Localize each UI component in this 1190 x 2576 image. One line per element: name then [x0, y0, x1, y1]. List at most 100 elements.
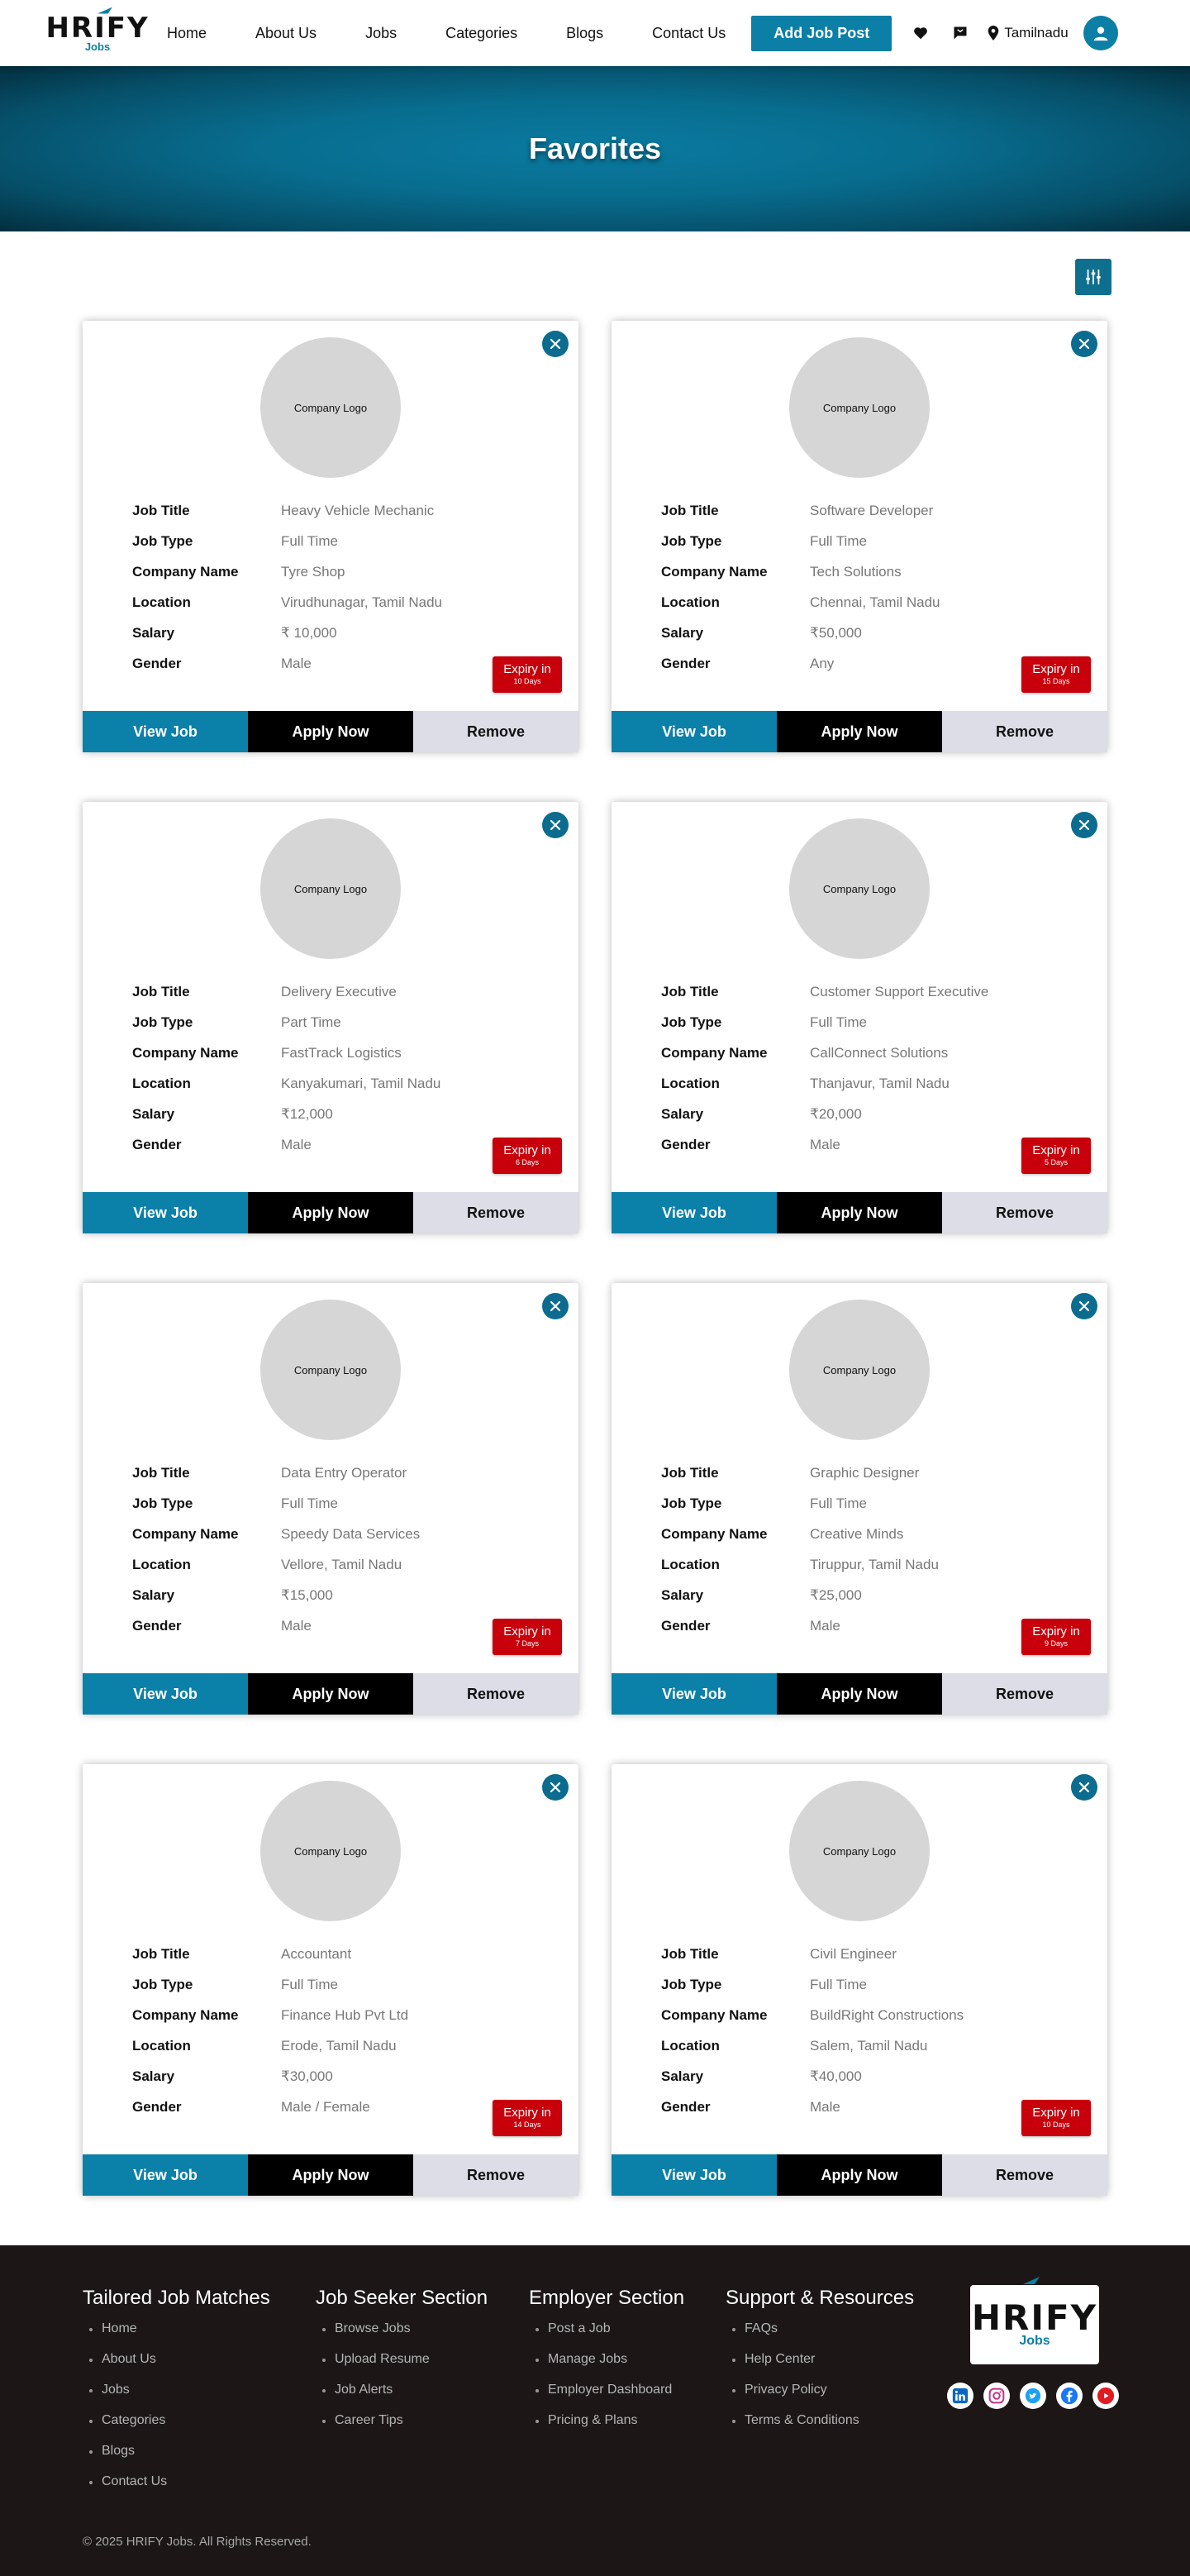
footer-link-blogs[interactable]: Blogs	[83, 2444, 270, 2474]
detail-value-salary: ₹15,000	[281, 1587, 333, 1603]
company-logo-placeholder: Company Logo	[789, 337, 930, 478]
footer-link-manage-jobs[interactable]: Manage Jobs	[529, 2352, 684, 2383]
instagram-icon[interactable]	[983, 2383, 1010, 2409]
detail-label: Salary	[661, 1106, 704, 1122]
view-job-button[interactable]: View Job	[83, 2154, 248, 2196]
detail-value-type: Full Time	[810, 1977, 867, 1992]
remove-button[interactable]: Remove	[413, 1673, 578, 1715]
close-icon[interactable]	[1071, 1774, 1097, 1801]
detail-row-company: Company Name Speedy Data Services	[132, 1526, 578, 1557]
detail-value-salary: ₹12,000	[281, 1106, 333, 1122]
remove-button[interactable]: Remove	[413, 2154, 578, 2196]
detail-value-salary: ₹20,000	[810, 1106, 862, 1122]
remove-button[interactable]: Remove	[942, 1673, 1107, 1715]
footer-link-post-job[interactable]: Post a Job	[529, 2321, 684, 2352]
footer-col-tailored: Tailored Job Matches Home About Us Jobs …	[83, 2287, 270, 2505]
detail-row-title: Job Title Software Developer	[661, 503, 1107, 533]
detail-value-title: Software Developer	[810, 503, 934, 518]
detail-label: Company Name	[661, 1045, 768, 1061]
view-job-button[interactable]: View Job	[83, 711, 248, 752]
close-icon[interactable]	[1071, 1293, 1097, 1319]
detail-label: Job Title	[132, 1465, 190, 1481]
apply-now-button[interactable]: Apply Now	[777, 1673, 942, 1715]
footer-link-faqs[interactable]: FAQs	[726, 2321, 914, 2352]
user-avatar[interactable]	[1083, 16, 1118, 50]
footer-link-categories[interactable]: Categories	[83, 2413, 270, 2444]
nav-link-contact[interactable]: Contact Us	[652, 25, 726, 42]
detail-value-company: Tech Solutions	[810, 564, 902, 580]
close-icon[interactable]	[1071, 331, 1097, 357]
apply-now-button[interactable]: Apply Now	[777, 711, 942, 752]
apply-now-button[interactable]: Apply Now	[248, 711, 413, 752]
footer-link-upload-resume[interactable]: Upload Resume	[316, 2352, 488, 2383]
apply-now-button[interactable]: Apply Now	[777, 2154, 942, 2196]
detail-label: Gender	[132, 2099, 182, 2115]
filter-button[interactable]	[1075, 259, 1111, 295]
close-icon[interactable]	[542, 812, 569, 838]
detail-value-type: Full Time	[281, 1977, 338, 1992]
twitter-icon[interactable]	[1020, 2383, 1046, 2409]
apply-now-button[interactable]: Apply Now	[248, 1192, 413, 1233]
close-icon[interactable]	[542, 1293, 569, 1319]
remove-button[interactable]: Remove	[413, 711, 578, 752]
detail-label: Salary	[661, 625, 704, 641]
detail-value-gender: Male	[810, 1618, 840, 1634]
footer-link-terms[interactable]: Terms & Conditions	[726, 2413, 914, 2444]
nav-link-home[interactable]: Home	[167, 25, 207, 42]
nav-link-categories[interactable]: Categories	[445, 25, 517, 42]
close-icon[interactable]	[1071, 812, 1097, 838]
card-actions: View Job Apply Now Remove	[83, 2154, 578, 2196]
remove-button[interactable]: Remove	[942, 2154, 1107, 2196]
chat-flag-icon[interactable]	[950, 22, 971, 44]
view-job-button[interactable]: View Job	[612, 1673, 777, 1715]
footer-link-jobs[interactable]: Jobs	[83, 2383, 270, 2413]
add-job-post-button[interactable]: Add Job Post	[751, 15, 892, 51]
detail-row-company: Company Name CallConnect Solutions	[661, 1045, 1107, 1076]
view-job-button[interactable]: View Job	[83, 1192, 248, 1233]
nav-link-about[interactable]: About Us	[255, 25, 317, 42]
facebook-icon[interactable]	[1056, 2383, 1083, 2409]
close-icon[interactable]	[542, 331, 569, 357]
apply-now-button[interactable]: Apply Now	[248, 1673, 413, 1715]
footer-link-job-alerts[interactable]: Job Alerts	[316, 2383, 488, 2413]
footer-link-browse-jobs[interactable]: Browse Jobs	[316, 2321, 488, 2352]
close-icon[interactable]	[542, 1774, 569, 1801]
footer-link-help-center[interactable]: Help Center	[726, 2352, 914, 2383]
expiry-days: 10 Days	[513, 676, 541, 685]
detail-row-title: Job Title Data Entry Operator	[132, 1465, 578, 1496]
brand-logo[interactable]: HRIFY Jobs	[45, 7, 148, 53]
remove-button[interactable]: Remove	[942, 1192, 1107, 1233]
footer-link-about[interactable]: About Us	[83, 2352, 270, 2383]
detail-value-type: Part Time	[281, 1014, 341, 1030]
linkedin-icon[interactable]	[947, 2383, 973, 2409]
nav-link-blogs[interactable]: Blogs	[566, 25, 603, 42]
remove-button[interactable]: Remove	[413, 1192, 578, 1233]
view-job-button[interactable]: View Job	[83, 1673, 248, 1715]
apply-now-button[interactable]: Apply Now	[248, 2154, 413, 2196]
detail-value-title: Delivery Executive	[281, 984, 397, 999]
detail-row-location: Location Chennai, Tamil Nadu	[661, 594, 1107, 625]
youtube-icon[interactable]	[1092, 2383, 1119, 2409]
detail-value-salary: ₹40,000	[810, 2068, 862, 2084]
view-job-button[interactable]: View Job	[612, 711, 777, 752]
footer-link-pricing[interactable]: Pricing & Plans	[529, 2413, 684, 2444]
footer-link-contact[interactable]: Contact Us	[83, 2474, 270, 2505]
expiry-badge: Expiry in 9 Days	[1021, 1619, 1091, 1655]
footer-link-privacy[interactable]: Privacy Policy	[726, 2383, 914, 2413]
view-job-button[interactable]: View Job	[612, 1192, 777, 1233]
heart-icon[interactable]	[910, 22, 931, 44]
footer-logo[interactable]: HRIFY Jobs	[970, 2277, 1099, 2364]
apply-now-button[interactable]: Apply Now	[777, 1192, 942, 1233]
footer-link-home[interactable]: Home	[83, 2321, 270, 2352]
footer-link-employer-dashboard[interactable]: Employer Dashboard	[529, 2383, 684, 2413]
detail-row-salary: Salary ₹20,000	[661, 1106, 1107, 1137]
footer-col-support: Support & Resources FAQs Help Center Pri…	[726, 2287, 914, 2444]
footer-link-career-tips[interactable]: Career Tips	[316, 2413, 488, 2444]
detail-value-gender: Any	[810, 656, 835, 671]
remove-button[interactable]: Remove	[942, 711, 1107, 752]
logo-wordmark: HRIFY	[45, 11, 150, 45]
nav-link-jobs[interactable]: Jobs	[365, 25, 397, 42]
location-selector[interactable]: Tamilnadu	[988, 25, 1069, 41]
detail-value-company: CallConnect Solutions	[810, 1045, 949, 1061]
view-job-button[interactable]: View Job	[612, 2154, 777, 2196]
